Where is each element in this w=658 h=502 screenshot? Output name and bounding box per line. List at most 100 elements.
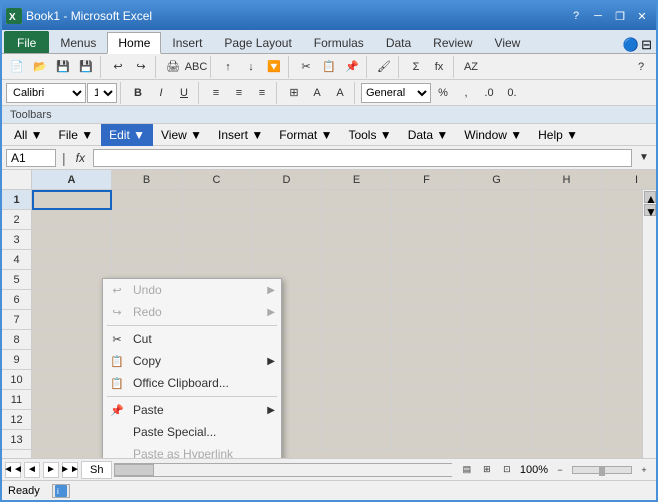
row-num-5[interactable]: 5 — [2, 270, 31, 290]
minimize-button[interactable]: ─ — [588, 7, 608, 25]
menu-edit[interactable]: Edit ▼ — [101, 124, 153, 146]
row-num-2[interactable]: 2 — [2, 210, 31, 230]
normal-view-button[interactable]: ▤ — [458, 461, 476, 479]
ribbon-help-icon[interactable]: 🔵 — [623, 37, 639, 53]
cell-i1[interactable] — [602, 190, 642, 210]
menu-file[interactable]: File ▼ — [51, 124, 102, 146]
cell-c1[interactable] — [182, 190, 252, 210]
format-painter-button[interactable]: 🖌 — [373, 56, 395, 78]
sort-desc-button[interactable]: ↓ — [240, 56, 262, 78]
page-break-view-button[interactable]: ⊡ — [498, 461, 516, 479]
row-num-3[interactable]: 3 — [2, 230, 31, 250]
row-num-10[interactable]: 10 — [2, 370, 31, 390]
cell-reference-input[interactable] — [6, 149, 56, 167]
row-num-13[interactable]: 13 — [2, 430, 31, 450]
menu-tools[interactable]: Tools ▼ — [340, 124, 399, 146]
align-center-button[interactable]: ≡ — [228, 82, 250, 104]
font-selector[interactable]: Calibri — [6, 83, 86, 103]
nav-last-button[interactable]: ►► — [62, 462, 78, 478]
zoom-out-button[interactable]: − — [552, 462, 568, 478]
zoom-thumb[interactable] — [599, 466, 605, 476]
tab-formulas[interactable]: Formulas — [303, 31, 375, 53]
nav-first-button[interactable]: ◄◄ — [5, 462, 21, 478]
borders-button[interactable]: ⊞ — [283, 82, 305, 104]
help-toolbar-button[interactable]: ? — [630, 56, 652, 78]
row-num-6[interactable]: 6 — [2, 290, 31, 310]
status-icon[interactable]: i — [52, 484, 70, 498]
font-size-selector[interactable]: 11 — [87, 83, 117, 103]
page-layout-view-button[interactable]: ⊞ — [478, 461, 496, 479]
menu-item-office-clipboard[interactable]: 📋 Office Clipboard... — [103, 372, 281, 394]
cut-button[interactable]: ✂ — [295, 56, 317, 78]
align-left-button[interactable]: ≡ — [205, 82, 227, 104]
tab-page-layout[interactable]: Page Layout — [213, 31, 302, 53]
cell-g1[interactable] — [462, 190, 532, 210]
zoom-in-button[interactable]: + — [636, 462, 652, 478]
spell-check-button[interactable]: ABC — [185, 56, 207, 78]
redo-button[interactable]: ↪ — [130, 56, 152, 78]
col-header-c[interactable]: C — [182, 170, 252, 190]
print-button[interactable]: 🖨 — [162, 56, 184, 78]
menu-item-redo[interactable]: ↪ Redo ▶ — [103, 301, 281, 323]
tab-insert[interactable]: Insert — [161, 31, 213, 53]
bold-button[interactable]: B — [127, 82, 149, 104]
menu-help[interactable]: Help ▼ — [530, 124, 586, 146]
scrollbar-thumb[interactable] — [114, 464, 154, 476]
sort-asc-button[interactable]: ↑ — [217, 56, 239, 78]
align-right-button[interactable]: ≡ — [251, 82, 273, 104]
col-header-h[interactable]: H — [532, 170, 602, 190]
cell-d1[interactable] — [252, 190, 322, 210]
tab-file[interactable]: File — [4, 31, 49, 53]
menu-view[interactable]: View ▼ — [153, 124, 210, 146]
tab-menus[interactable]: Menus — [49, 31, 107, 53]
increase-decimal-button[interactable]: .0 — [478, 82, 500, 104]
cell-a1[interactable] — [32, 190, 112, 210]
sum-button[interactable]: Σ — [405, 56, 427, 78]
row-num-1[interactable]: 1 — [2, 190, 31, 210]
row-num-8[interactable]: 8 — [2, 330, 31, 350]
new-button[interactable]: 📄 — [6, 56, 28, 78]
col-header-e[interactable]: E — [322, 170, 392, 190]
menu-item-copy[interactable]: 📋 Copy ▶ — [103, 350, 281, 372]
tab-view[interactable]: View — [484, 31, 532, 53]
menu-all[interactable]: All ▼ — [6, 124, 51, 146]
horizontal-scrollbar[interactable] — [114, 463, 451, 477]
open-button[interactable]: 📂 — [29, 56, 51, 78]
nav-next-button[interactable]: ► — [43, 462, 59, 478]
filter-button[interactable]: 🔽 — [263, 56, 285, 78]
font-color-button[interactable]: A — [329, 82, 351, 104]
cell-f1[interactable] — [392, 190, 462, 210]
menu-item-paste-special[interactable]: Paste Special... — [103, 421, 281, 443]
decrease-decimal-button[interactable]: 0. — [501, 82, 523, 104]
vertical-scrollbar[interactable]: ▲ ▼ — [642, 190, 656, 458]
scroll-down-button[interactable]: ▼ — [644, 204, 656, 216]
menu-window[interactable]: Window ▼ — [456, 124, 530, 146]
row-num-11[interactable]: 11 — [2, 390, 31, 410]
cell-b1[interactable] — [112, 190, 182, 210]
row-num-4[interactable]: 4 — [2, 250, 31, 270]
help-button[interactable]: ? — [566, 7, 586, 25]
paste-button[interactable]: 📌 — [341, 56, 363, 78]
copy-button[interactable]: 📋 — [318, 56, 340, 78]
fill-color-button[interactable]: A — [306, 82, 328, 104]
menu-item-paste[interactable]: 📌 Paste ▶ — [103, 399, 281, 421]
italic-button[interactable]: I — [150, 82, 172, 104]
cell-e1[interactable] — [322, 190, 392, 210]
col-header-g[interactable]: G — [462, 170, 532, 190]
function-button[interactable]: fx — [428, 56, 450, 78]
tab-review[interactable]: Review — [422, 31, 483, 53]
formula-expand-button[interactable]: ▼ — [636, 147, 652, 169]
col-header-f[interactable]: F — [392, 170, 462, 190]
col-header-b[interactable]: B — [112, 170, 182, 190]
menu-format[interactable]: Format ▼ — [271, 124, 340, 146]
row-num-12[interactable]: 12 — [2, 410, 31, 430]
sheet-tab-sh[interactable]: Sh — [81, 461, 112, 479]
menu-data[interactable]: Data ▼ — [400, 124, 457, 146]
formula-input[interactable] — [93, 149, 632, 167]
menu-item-undo[interactable]: ↩ Undo ▶ — [103, 279, 281, 301]
menu-insert[interactable]: Insert ▼ — [210, 124, 271, 146]
restore-button[interactable]: ❐ — [610, 7, 630, 25]
nav-prev-button[interactable]: ◄ — [24, 462, 40, 478]
row-num-9[interactable]: 9 — [2, 350, 31, 370]
cell-h1[interactable] — [532, 190, 602, 210]
